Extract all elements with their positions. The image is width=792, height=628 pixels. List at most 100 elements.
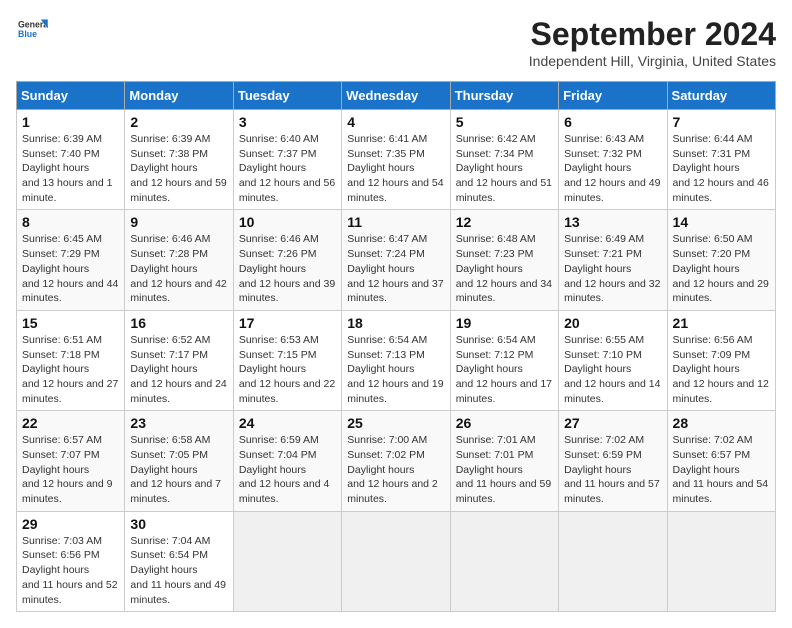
day-info: Sunrise: 6:49 AMSunset: 7:21 PMDaylight … — [564, 232, 661, 305]
calendar-table: SundayMondayTuesdayWednesdayThursdayFrid… — [16, 81, 776, 612]
calendar-cell: 10 Sunrise: 6:46 AMSunset: 7:26 PMDaylig… — [233, 210, 341, 310]
day-info: Sunrise: 6:54 AMSunset: 7:13 PMDaylight … — [347, 333, 444, 406]
day-info: Sunrise: 6:54 AMSunset: 7:12 PMDaylight … — [456, 333, 553, 406]
day-info: Sunrise: 6:53 AMSunset: 7:15 PMDaylight … — [239, 333, 336, 406]
day-number: 7 — [673, 114, 770, 130]
day-number: 30 — [130, 516, 227, 532]
day-info: Sunrise: 6:51 AMSunset: 7:18 PMDaylight … — [22, 333, 119, 406]
day-number: 25 — [347, 415, 444, 431]
weekday-header-saturday: Saturday — [667, 82, 775, 110]
calendar-week-2: 8 Sunrise: 6:45 AMSunset: 7:29 PMDayligh… — [17, 210, 776, 310]
calendar-cell: 15 Sunrise: 6:51 AMSunset: 7:18 PMDaylig… — [17, 310, 125, 410]
day-number: 6 — [564, 114, 661, 130]
calendar-cell: 9 Sunrise: 6:46 AMSunset: 7:28 PMDayligh… — [125, 210, 233, 310]
calendar-cell: 11 Sunrise: 6:47 AMSunset: 7:24 PMDaylig… — [342, 210, 450, 310]
calendar-cell: 27 Sunrise: 7:02 AMSunset: 6:59 PMDaylig… — [559, 411, 667, 511]
day-number: 4 — [347, 114, 444, 130]
weekday-header-sunday: Sunday — [17, 82, 125, 110]
weekday-header-friday: Friday — [559, 82, 667, 110]
day-number: 22 — [22, 415, 119, 431]
calendar-cell: 24 Sunrise: 6:59 AMSunset: 7:04 PMDaylig… — [233, 411, 341, 511]
calendar-cell: 19 Sunrise: 6:54 AMSunset: 7:12 PMDaylig… — [450, 310, 558, 410]
day-info: Sunrise: 6:58 AMSunset: 7:05 PMDaylight … — [130, 433, 227, 506]
calendar-cell: 23 Sunrise: 6:58 AMSunset: 7:05 PMDaylig… — [125, 411, 233, 511]
calendar-cell: 13 Sunrise: 6:49 AMSunset: 7:21 PMDaylig… — [559, 210, 667, 310]
calendar-cell: 12 Sunrise: 6:48 AMSunset: 7:23 PMDaylig… — [450, 210, 558, 310]
day-number: 27 — [564, 415, 661, 431]
calendar-cell — [233, 511, 341, 611]
weekday-header-wednesday: Wednesday — [342, 82, 450, 110]
day-info: Sunrise: 6:39 AMSunset: 7:40 PMDaylight … — [22, 132, 119, 205]
day-info: Sunrise: 6:52 AMSunset: 7:17 PMDaylight … — [130, 333, 227, 406]
location-title: Independent Hill, Virginia, United State… — [529, 53, 776, 69]
calendar-body: 1 Sunrise: 6:39 AMSunset: 7:40 PMDayligh… — [17, 110, 776, 612]
day-info: Sunrise: 7:04 AMSunset: 6:54 PMDaylight … — [130, 534, 227, 607]
weekday-header-tuesday: Tuesday — [233, 82, 341, 110]
day-number: 3 — [239, 114, 336, 130]
calendar-cell: 2 Sunrise: 6:39 AMSunset: 7:38 PMDayligh… — [125, 110, 233, 210]
calendar-cell: 30 Sunrise: 7:04 AMSunset: 6:54 PMDaylig… — [125, 511, 233, 611]
weekday-header-thursday: Thursday — [450, 82, 558, 110]
weekday-header-monday: Monday — [125, 82, 233, 110]
day-number: 9 — [130, 214, 227, 230]
calendar-week-3: 15 Sunrise: 6:51 AMSunset: 7:18 PMDaylig… — [17, 310, 776, 410]
day-info: Sunrise: 7:00 AMSunset: 7:02 PMDaylight … — [347, 433, 444, 506]
day-number: 12 — [456, 214, 553, 230]
day-number: 14 — [673, 214, 770, 230]
day-info: Sunrise: 6:59 AMSunset: 7:04 PMDaylight … — [239, 433, 336, 506]
month-title: September 2024 — [529, 16, 776, 53]
day-number: 5 — [456, 114, 553, 130]
day-info: Sunrise: 7:03 AMSunset: 6:56 PMDaylight … — [22, 534, 119, 607]
calendar-week-1: 1 Sunrise: 6:39 AMSunset: 7:40 PMDayligh… — [17, 110, 776, 210]
calendar-cell: 20 Sunrise: 6:55 AMSunset: 7:10 PMDaylig… — [559, 310, 667, 410]
day-info: Sunrise: 6:48 AMSunset: 7:23 PMDaylight … — [456, 232, 553, 305]
day-number: 2 — [130, 114, 227, 130]
calendar-cell: 22 Sunrise: 6:57 AMSunset: 7:07 PMDaylig… — [17, 411, 125, 511]
svg-text:Blue: Blue — [18, 29, 37, 39]
calendar-cell: 26 Sunrise: 7:01 AMSunset: 7:01 PMDaylig… — [450, 411, 558, 511]
day-number: 20 — [564, 315, 661, 331]
calendar-cell: 18 Sunrise: 6:54 AMSunset: 7:13 PMDaylig… — [342, 310, 450, 410]
day-number: 24 — [239, 415, 336, 431]
day-number: 13 — [564, 214, 661, 230]
logo-icon: General Blue — [16, 16, 48, 44]
calendar-cell: 17 Sunrise: 6:53 AMSunset: 7:15 PMDaylig… — [233, 310, 341, 410]
day-info: Sunrise: 7:02 AMSunset: 6:57 PMDaylight … — [673, 433, 770, 506]
calendar-cell: 14 Sunrise: 6:50 AMSunset: 7:20 PMDaylig… — [667, 210, 775, 310]
calendar-cell — [559, 511, 667, 611]
day-info: Sunrise: 6:46 AMSunset: 7:26 PMDaylight … — [239, 232, 336, 305]
calendar-cell: 7 Sunrise: 6:44 AMSunset: 7:31 PMDayligh… — [667, 110, 775, 210]
day-number: 29 — [22, 516, 119, 532]
calendar-cell: 3 Sunrise: 6:40 AMSunset: 7:37 PMDayligh… — [233, 110, 341, 210]
calendar-week-5: 29 Sunrise: 7:03 AMSunset: 6:56 PMDaylig… — [17, 511, 776, 611]
calendar-cell: 6 Sunrise: 6:43 AMSunset: 7:32 PMDayligh… — [559, 110, 667, 210]
day-number: 15 — [22, 315, 119, 331]
day-number: 23 — [130, 415, 227, 431]
day-info: Sunrise: 6:41 AMSunset: 7:35 PMDaylight … — [347, 132, 444, 205]
day-info: Sunrise: 6:47 AMSunset: 7:24 PMDaylight … — [347, 232, 444, 305]
calendar-cell: 1 Sunrise: 6:39 AMSunset: 7:40 PMDayligh… — [17, 110, 125, 210]
page-header: General Blue September 2024 Independent … — [16, 16, 776, 69]
day-info: Sunrise: 6:45 AMSunset: 7:29 PMDaylight … — [22, 232, 119, 305]
day-number: 21 — [673, 315, 770, 331]
calendar-cell — [667, 511, 775, 611]
calendar-cell: 4 Sunrise: 6:41 AMSunset: 7:35 PMDayligh… — [342, 110, 450, 210]
day-number: 19 — [456, 315, 553, 331]
day-info: Sunrise: 6:43 AMSunset: 7:32 PMDaylight … — [564, 132, 661, 205]
day-number: 10 — [239, 214, 336, 230]
calendar-cell: 25 Sunrise: 7:00 AMSunset: 7:02 PMDaylig… — [342, 411, 450, 511]
calendar-cell: 8 Sunrise: 6:45 AMSunset: 7:29 PMDayligh… — [17, 210, 125, 310]
day-number: 8 — [22, 214, 119, 230]
day-number: 11 — [347, 214, 444, 230]
weekday-header-row: SundayMondayTuesdayWednesdayThursdayFrid… — [17, 82, 776, 110]
day-info: Sunrise: 6:57 AMSunset: 7:07 PMDaylight … — [22, 433, 119, 506]
logo: General Blue — [16, 16, 48, 44]
day-number: 17 — [239, 315, 336, 331]
calendar-cell — [450, 511, 558, 611]
day-info: Sunrise: 6:50 AMSunset: 7:20 PMDaylight … — [673, 232, 770, 305]
calendar-week-4: 22 Sunrise: 6:57 AMSunset: 7:07 PMDaylig… — [17, 411, 776, 511]
day-number: 16 — [130, 315, 227, 331]
day-info: Sunrise: 6:56 AMSunset: 7:09 PMDaylight … — [673, 333, 770, 406]
day-info: Sunrise: 7:01 AMSunset: 7:01 PMDaylight … — [456, 433, 553, 506]
calendar-cell: 21 Sunrise: 6:56 AMSunset: 7:09 PMDaylig… — [667, 310, 775, 410]
